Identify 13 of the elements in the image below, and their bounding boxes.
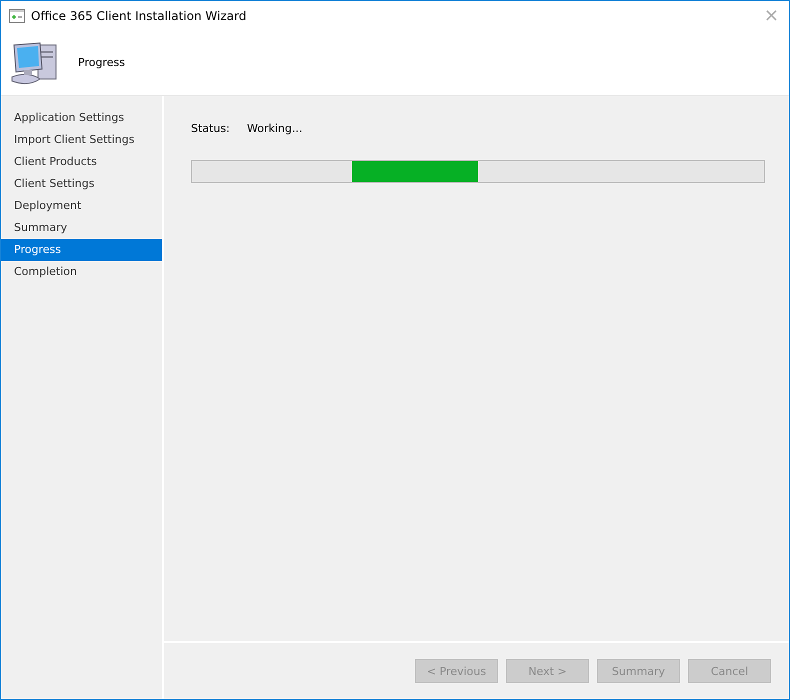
step-item[interactable]: Progress (1, 239, 162, 261)
status-value: Working... (247, 122, 302, 135)
step-item[interactable]: Summary (1, 217, 162, 239)
status-label: Status: (191, 122, 231, 135)
step-item[interactable]: Import Client Settings (1, 129, 162, 151)
step-item[interactable]: Client Products (1, 151, 162, 173)
window-app-icon (9, 8, 25, 22)
step-item[interactable]: Application Settings (1, 107, 162, 129)
page-heading: Progress (78, 56, 125, 69)
step-item[interactable]: Deployment (1, 195, 162, 217)
step-item[interactable]: Client Settings (1, 173, 162, 195)
step-item[interactable]: Completion (1, 261, 162, 283)
window-title: Office 365 Client Installation Wizard (31, 8, 246, 22)
